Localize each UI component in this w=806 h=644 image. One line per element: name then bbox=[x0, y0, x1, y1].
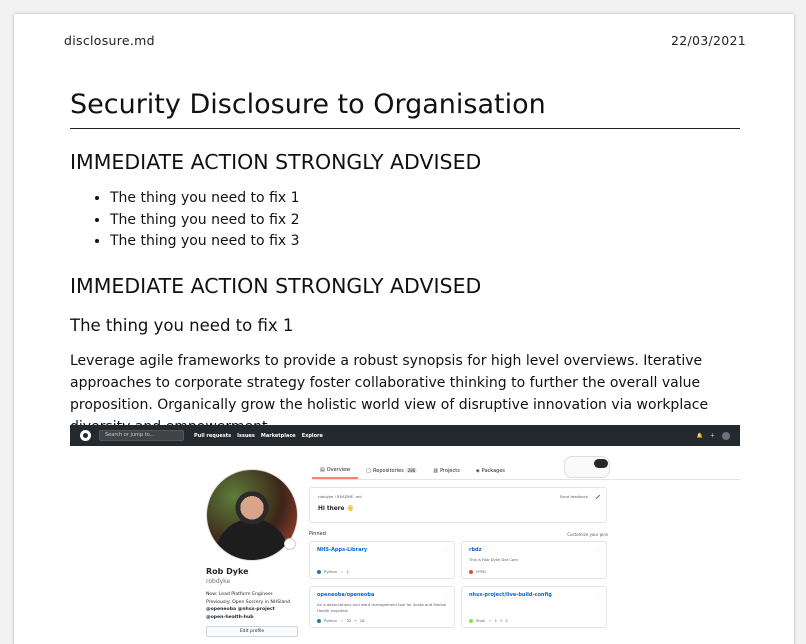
tab-packages: ◈ Packages bbox=[475, 467, 506, 474]
card-meta: HTML bbox=[469, 569, 487, 574]
theme-toggle bbox=[594, 459, 608, 468]
readme-path: robdyke / README .md bbox=[318, 494, 362, 499]
document-page: disclosure.md 22/03/2021 Security Disclo… bbox=[14, 14, 794, 644]
nav-link-marketplace: Marketplace bbox=[260, 432, 296, 439]
nav-link-issues: Issues bbox=[237, 432, 255, 439]
drag-icon: ⋮ bbox=[596, 547, 600, 552]
card-title: rbdz bbox=[469, 547, 482, 553]
fix-list: The thing you need to fix 1 The thing yo… bbox=[70, 188, 740, 253]
language-dot-icon bbox=[469, 618, 473, 623]
github-navbar: Search or jump to... Pull requests Issue… bbox=[70, 425, 740, 446]
tab-repositories: ▢ Repositories 286 bbox=[366, 467, 418, 474]
send-feedback-link: Send feedback bbox=[559, 494, 588, 499]
readme-greeting: Hi there 👋 bbox=[318, 506, 354, 512]
project-icon: ▥ bbox=[433, 467, 439, 474]
language-dot-icon bbox=[317, 618, 321, 623]
card-meta: Python ☆ 1 bbox=[317, 569, 349, 574]
drag-icon: ⋮ bbox=[444, 547, 448, 552]
star-icon: ☆ bbox=[340, 569, 344, 574]
drag-icon: ⋮ bbox=[596, 592, 600, 597]
profile-name: Rob Dyke bbox=[206, 567, 249, 576]
plus-icon: ＋ bbox=[709, 433, 715, 439]
pinned-card: nhsx-project/live-build-config ⋮ Shell ☆ 1… bbox=[461, 586, 607, 628]
github-logo-icon bbox=[80, 430, 91, 441]
pinned-card: openeoba/openeoba ⋮ An e-observations an… bbox=[309, 586, 455, 628]
nav-right: 🔔 ＋ bbox=[696, 431, 730, 440]
date: 22/03/2021 bbox=[670, 33, 746, 48]
fork-icon: ⑂ bbox=[354, 618, 357, 623]
tab-projects: ▥ Projects bbox=[433, 467, 460, 474]
drag-icon: ⋮ bbox=[444, 592, 448, 597]
document-title: Security Disclosure to Organisation bbox=[70, 86, 740, 129]
pinned-label: Pinned bbox=[309, 531, 326, 537]
embedded-github-screenshot: Search or jump to... Pull requests Issue… bbox=[70, 425, 740, 644]
fork-icon: ⑂ bbox=[500, 618, 503, 623]
document-body: Security Disclosure to Organisation IMME… bbox=[70, 86, 740, 438]
list-item: The thing you need to fix 2 bbox=[110, 210, 740, 232]
star-icon: ☆ bbox=[340, 618, 344, 623]
profile-login: robdyke bbox=[206, 578, 231, 585]
filename: disclosure.md bbox=[64, 33, 155, 48]
package-icon: ◈ bbox=[475, 467, 480, 474]
card-desc: An e-observations and ward management to… bbox=[317, 602, 447, 613]
star-icon: ☆ bbox=[488, 618, 492, 623]
page-header: disclosure.md 22/03/2021 bbox=[64, 33, 746, 48]
repo-icon: ▢ bbox=[366, 467, 372, 474]
readme-card: robdyke / README .md Send feedback Hi th… bbox=[309, 487, 607, 523]
language-dot-icon bbox=[469, 569, 473, 574]
card-title: NHS-Apps-Library bbox=[317, 547, 368, 553]
tab-overview: ▤ Overview bbox=[312, 462, 359, 479]
repo-count: 286 bbox=[405, 468, 418, 473]
bell-icon: 🔔 bbox=[696, 432, 703, 439]
card-meta: Python ☆ 32 ⑂ 18 bbox=[317, 618, 365, 623]
card-desc: This is Rob Dyke Dot Com bbox=[469, 557, 519, 562]
language-dot-icon bbox=[317, 569, 321, 574]
customize-pins-link: Customize your pins bbox=[567, 532, 608, 537]
list-item: The thing you need to fix 3 bbox=[110, 231, 740, 253]
card-title: openeoba/openeoba bbox=[317, 592, 375, 598]
section-heading-2: IMMEDIATE ACTION STRONGLY ADVISED bbox=[70, 273, 482, 298]
pencil-icon bbox=[592, 491, 601, 500]
status-emoji-icon bbox=[284, 538, 296, 550]
section-heading-1: IMMEDIATE ACTION STRONGLY ADVISED bbox=[70, 150, 482, 174]
profile-tabs: ▤ Overview ▢ Repositories 286 ▥ Projects ◈ Pa… bbox=[312, 462, 740, 480]
pinned-card: NHS-Apps-Library ⋮ Python ☆ 1 bbox=[309, 541, 455, 579]
subheading: The thing you need to fix 1 bbox=[70, 315, 294, 335]
card-title: nhsx-project/live-build-config bbox=[469, 592, 552, 598]
profile-bio: Now: Lead Platform Engineer. Previously:… bbox=[206, 592, 291, 620]
edit-profile-button: Edit profile bbox=[206, 626, 298, 637]
avatar-icon bbox=[722, 431, 730, 440]
list-item: The thing you need to fix 1 bbox=[110, 188, 740, 210]
nav-link-explore: Explore bbox=[301, 432, 323, 439]
pinned-card: rbdz ⋮ This is Rob Dyke Dot Com HTML bbox=[461, 541, 607, 579]
book-icon: ▤ bbox=[320, 466, 325, 473]
search-input: Search or jump to... bbox=[99, 430, 184, 441]
nav-link-pull-requests: Pull requests bbox=[194, 432, 232, 439]
card-meta: Shell ☆ 1 ⑂ 2 bbox=[469, 618, 508, 623]
